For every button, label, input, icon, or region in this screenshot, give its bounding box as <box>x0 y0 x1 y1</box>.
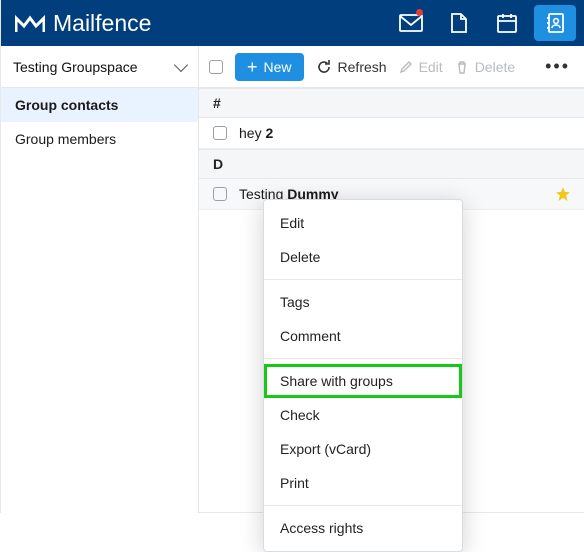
unread-dot-icon <box>416 9 423 16</box>
calendar-app-button[interactable] <box>486 5 528 41</box>
mail-app-button[interactable] <box>390 5 432 41</box>
new-button[interactable]: + New <box>235 53 304 81</box>
menu-separator <box>264 505 462 506</box>
refresh-label: Refresh <box>338 59 387 75</box>
content: + New Refresh Edit Delete ••• # <box>199 46 584 513</box>
section-header: D <box>199 149 584 179</box>
ctx-access-rights[interactable]: Access rights <box>264 511 462 545</box>
ctx-comment[interactable]: Comment <box>264 319 462 353</box>
ctx-export-vcard[interactable]: Export (vCard) <box>264 432 462 466</box>
top-bar: Mailfence <box>1 0 584 46</box>
edit-label: Edit <box>419 59 443 75</box>
trash-icon <box>455 60 469 74</box>
edit-button[interactable]: Edit <box>399 59 443 75</box>
brand-logo-icon <box>15 12 45 34</box>
menu-separator <box>264 358 462 359</box>
delete-button[interactable]: Delete <box>455 59 515 75</box>
row-checkbox[interactable] <box>213 126 227 140</box>
star-icon[interactable] <box>556 187 570 201</box>
toolbar: + New Refresh Edit Delete ••• <box>199 46 584 88</box>
refresh-button[interactable]: Refresh <box>316 59 387 75</box>
sidebar-item-group-contacts[interactable]: Group contacts <box>1 88 198 122</box>
ctx-delete[interactable]: Delete <box>264 240 462 274</box>
sidebar-item-label: Group contacts <box>15 97 118 113</box>
sidebar-item-label: Group members <box>15 131 116 147</box>
chevron-down-icon <box>174 57 188 71</box>
sidebar-item-group-members[interactable]: Group members <box>1 122 198 156</box>
documents-app-button[interactable] <box>438 5 480 41</box>
brand: Mailfence <box>15 10 390 37</box>
group-selector-label: Testing Groupspace <box>13 59 176 75</box>
select-all-checkbox[interactable] <box>209 60 223 74</box>
ctx-edit[interactable]: Edit <box>264 206 462 240</box>
ctx-print[interactable]: Print <box>264 466 462 500</box>
new-button-label: New <box>264 59 292 75</box>
plus-icon: + <box>247 60 258 74</box>
list-item[interactable]: hey 2 <box>199 118 584 149</box>
ctx-check[interactable]: Check <box>264 398 462 432</box>
more-button[interactable]: ••• <box>541 56 574 77</box>
contact-name: hey 2 <box>239 125 570 141</box>
ctx-tags[interactable]: Tags <box>264 285 462 319</box>
top-icons <box>390 5 576 41</box>
section-header: # <box>199 88 584 118</box>
refresh-icon <box>316 59 332 75</box>
pencil-icon <box>399 60 413 74</box>
delete-label: Delete <box>475 59 515 75</box>
ctx-share-with-groups[interactable]: Share with groups <box>264 364 462 398</box>
main: Testing Groupspace Group contacts Group … <box>1 46 584 513</box>
row-checkbox[interactable] <box>213 187 227 201</box>
contacts-app-button[interactable] <box>534 5 576 41</box>
context-menu: Edit Delete Tags Comment Share with grou… <box>263 199 463 552</box>
sidebar: Testing Groupspace Group contacts Group … <box>1 46 199 513</box>
group-selector[interactable]: Testing Groupspace <box>1 46 198 88</box>
brand-text: Mailfence <box>53 10 151 37</box>
menu-separator <box>264 279 462 280</box>
